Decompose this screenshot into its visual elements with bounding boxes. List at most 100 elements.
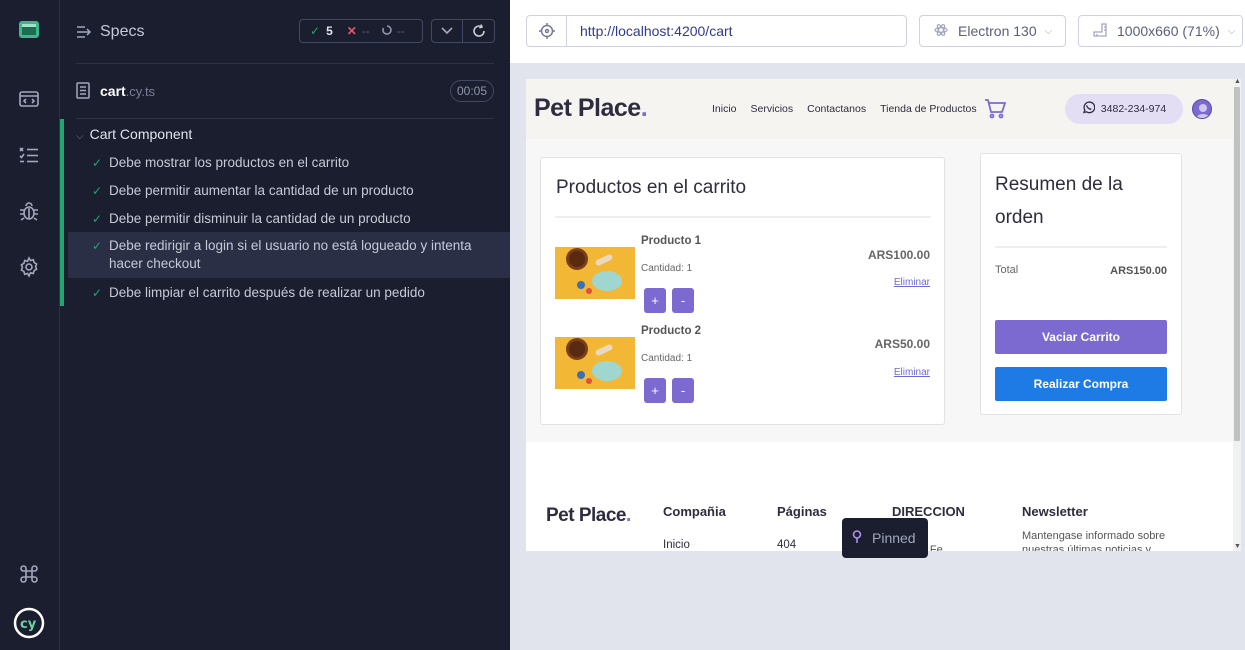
scroll-down-arrow-icon[interactable]: ▼: [1234, 543, 1241, 550]
test-suite: ⌵ Cart Component ✓ Debe mostrar los produc…: [60, 119, 510, 306]
scroll-up-arrow-icon[interactable]: ▲: [1234, 79, 1241, 85]
footer-link-inicio[interactable]: Inicio: [663, 539, 690, 551]
divider: [76, 63, 494, 64]
cypress-app-icon[interactable]: [16, 17, 42, 43]
cart-title: Productos en el carrito: [556, 177, 747, 198]
passed-check-icon: ✓: [310, 24, 321, 38]
specs-title[interactable]: Specs: [100, 23, 144, 41]
collapse-specs-icon[interactable]: [76, 24, 92, 45]
increase-quantity-button[interactable]: +: [644, 378, 666, 403]
test-title: Debe mostrar los productos en el carrito: [109, 155, 350, 170]
app-logo[interactable]: Pet Place.: [534, 94, 648, 123]
test-title: Debe limpiar el carrito después de reali…: [109, 285, 425, 300]
clear-cart-button[interactable]: Vaciar Carrito: [995, 320, 1167, 354]
product-quantity: Cantidad: 1: [641, 353, 693, 364]
reporter-panel: Specs ✓ 5 ✕ -- -- cart.cy.ts 00:05 ⌵ Car…: [60, 0, 510, 650]
nav-link-inicio[interactable]: Inicio: [712, 103, 737, 115]
nav-link-servicios[interactable]: Servicios: [751, 103, 794, 115]
failed-x-icon: ✕: [346, 24, 357, 38]
footer-address-title: DIRECCION: [892, 504, 965, 519]
spec-file-name: cart.cy.ts: [100, 83, 155, 99]
scrollbar-thumb[interactable]: [1234, 87, 1240, 441]
spec-file-basename: cart: [100, 83, 126, 99]
footer-logo-text: Pet Place: [546, 505, 627, 526]
url-bar[interactable]: http://localhost:4200/cart: [526, 15, 907, 47]
footer-logo[interactable]: Pet Place.: [546, 505, 631, 527]
phone-number: 3482-234-974: [1100, 103, 1167, 115]
test-stats: ✓ 5 ✕ -- --: [299, 19, 423, 43]
runs-nav-icon[interactable]: [16, 142, 42, 168]
chevron-down-icon[interactable]: [432, 20, 463, 42]
spec-file-row[interactable]: cart.cy.ts 00:05: [76, 80, 494, 102]
footer-newsletter-title: Newsletter: [1022, 504, 1088, 519]
url-text: http://localhost:4200/cart: [580, 23, 733, 39]
passed-count: 5: [326, 24, 333, 38]
check-icon: ✓: [92, 184, 103, 198]
chevron-down-icon: ⌵: [1044, 25, 1053, 37]
settings-gear-icon[interactable]: [16, 254, 42, 280]
decrease-quantity-button[interactable]: -: [672, 288, 694, 313]
browser-selector[interactable]: Electron 130 ⌵: [919, 15, 1066, 47]
document-icon: [76, 82, 90, 104]
aut-scrollbar[interactable]: ▲ ▼: [1233, 79, 1241, 551]
divider: [555, 216, 931, 218]
product-price: ARS100.00: [867, 248, 930, 262]
suite-title-row[interactable]: ⌵ Cart Component: [76, 126, 192, 142]
electron-icon: [934, 23, 948, 40]
whatsapp-phone-button[interactable]: 3482-234-974: [1065, 94, 1183, 124]
viewport-label: 1000x660 (71%): [1117, 23, 1220, 39]
keyboard-shortcuts-icon[interactable]: [16, 561, 42, 587]
spec-file-ext: .cy.ts: [125, 84, 156, 99]
browser-label: Electron 130: [958, 23, 1037, 39]
order-summary-card: Resumen de la orden Total ARS150.00 Vaci…: [980, 153, 1182, 415]
cart-icon[interactable]: [984, 99, 1007, 124]
specs-nav-icon[interactable]: [16, 86, 42, 112]
check-icon: ✓: [92, 286, 103, 300]
remove-product-link[interactable]: Eliminar: [894, 277, 930, 288]
check-icon: ✓: [92, 212, 103, 226]
chevron-down-icon: ⌵: [76, 131, 84, 142]
selector-playground-target-icon[interactable]: [527, 16, 567, 46]
cypress-logo-icon[interactable]: cy: [12, 606, 46, 640]
pinned-tooltip: Pinned: [842, 518, 928, 558]
footer-logo-dot: .: [626, 505, 631, 526]
chevron-down-icon: ⌵: [1227, 25, 1236, 37]
product-quantity: Cantidad: 1: [641, 263, 693, 274]
app-under-test-frame: Pet Place. Inicio Servicios Contactanos …: [526, 79, 1241, 551]
rerun-refresh-icon[interactable]: [463, 20, 494, 42]
test-row-selected[interactable]: ✓ Debe redirigir a login si el usuario no…: [68, 232, 510, 278]
product-name: Producto 1: [641, 235, 702, 247]
app-logo-text: Pet Place: [534, 94, 641, 122]
debug-bug-icon[interactable]: [16, 198, 42, 224]
cart-products-card: Productos en el carrito Producto 1 Canti…: [540, 157, 945, 425]
test-title: Debe permitir disminuir la cantidad de u…: [109, 211, 411, 226]
nav-link-contactanos[interactable]: Contactanos: [807, 103, 866, 115]
nav-link-tienda[interactable]: Tienda de Productos: [880, 103, 977, 115]
viewport-ruler-icon: [1093, 22, 1107, 40]
user-avatar[interactable]: [1192, 99, 1212, 119]
test-row[interactable]: ✓ Debe permitir aumentar la cantidad de u…: [68, 182, 510, 200]
pending-spinner-icon: [382, 24, 392, 38]
spec-duration: 00:05: [449, 80, 494, 102]
viewport-selector[interactable]: 1000x660 (71%) ⌵: [1078, 15, 1243, 47]
checkout-button[interactable]: Realizar Compra: [995, 367, 1167, 401]
pending-count: --: [396, 24, 405, 38]
decrease-quantity-button[interactable]: -: [672, 378, 694, 403]
whatsapp-icon: [1082, 101, 1096, 117]
test-title: Debe redirigir a login si el usuario no …: [109, 238, 472, 271]
app-navbar: Pet Place. Inicio Servicios Contactanos …: [526, 79, 1233, 139]
test-row[interactable]: ✓ Debe limpiar el carrito después de real…: [68, 284, 510, 302]
footer-link-404[interactable]: 404: [777, 539, 796, 551]
increase-quantity-button[interactable]: +: [644, 288, 666, 313]
check-icon: ✓: [92, 239, 103, 253]
test-row[interactable]: ✓ Debe mostrar los productos en el carrit…: [68, 154, 510, 172]
product-price: ARS50.00: [874, 337, 930, 351]
nav-links: Inicio Servicios Contactanos Tienda de P…: [712, 103, 977, 115]
test-row[interactable]: ✓ Debe permitir disminuir la cantidad de …: [68, 210, 510, 228]
product-name: Producto 2: [641, 325, 702, 337]
footer-company-title: Compañia: [663, 504, 726, 519]
pin-icon: [852, 529, 862, 547]
runner-topbar: http://localhost:4200/cart Electron 130 …: [510, 0, 1245, 63]
sidebar-rail: cy: [0, 0, 60, 650]
remove-product-link[interactable]: Eliminar: [894, 367, 930, 378]
